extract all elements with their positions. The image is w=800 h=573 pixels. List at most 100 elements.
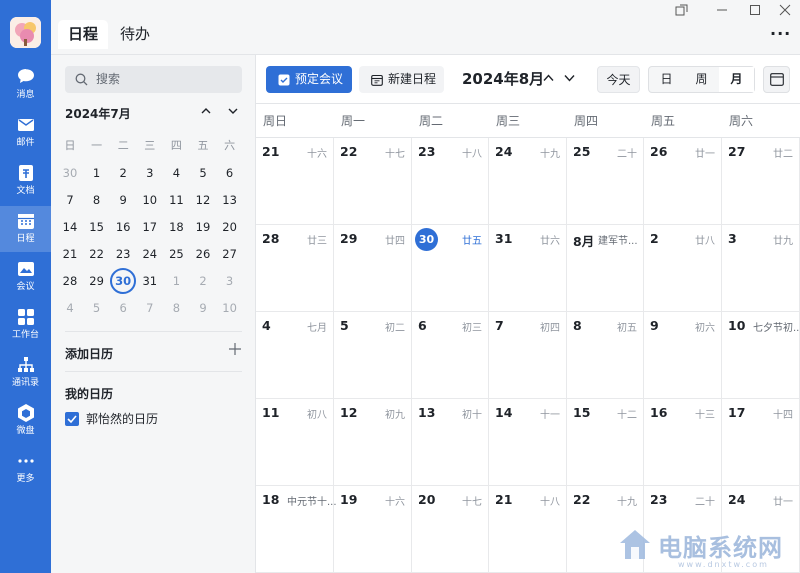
mini-day[interactable]: 30 (57, 160, 83, 186)
calendar-day-cell[interactable]: 18 中元节十... (256, 486, 337, 573)
pin-window-icon[interactable] (675, 4, 689, 16)
mini-day[interactable]: 21 (57, 241, 83, 267)
calendar-checkbox[interactable] (65, 412, 79, 426)
calendar-day-cell[interactable]: 26 廿一 (644, 138, 722, 225)
new-event-button[interactable]: 新建日程 (359, 66, 444, 93)
mini-day[interactable]: 1 (163, 268, 189, 294)
mini-day[interactable]: 27 (217, 241, 243, 267)
calendar-day-cell[interactable]: 19 十六 (334, 486, 412, 573)
calendar-day-cell[interactable]: 17 十四 (722, 399, 800, 486)
add-calendar-label[interactable]: 添加日历 (65, 345, 113, 362)
mini-day[interactable]: 29 (84, 268, 110, 294)
view-week-option[interactable]: 周 (684, 67, 719, 92)
calendar-day-cell[interactable]: 12 初九 (334, 399, 412, 486)
calendar-day-cell[interactable]: 20 十七 (412, 486, 489, 573)
mini-prev-month-icon[interactable] (201, 107, 211, 115)
today-button[interactable]: 今天 (597, 66, 640, 93)
calendar-day-cell[interactable]: 31 廿六 (489, 225, 567, 312)
tab-todo[interactable]: 待办 (110, 20, 160, 49)
book-meeting-button[interactable]: 预定会议 (266, 66, 352, 93)
mini-day[interactable]: 10 (137, 187, 163, 213)
mini-day[interactable]: 23 (110, 241, 136, 267)
rail-item-0[interactable]: 消息 (0, 62, 51, 108)
mini-day[interactable]: 9 (110, 187, 136, 213)
mini-day[interactable]: 30 (110, 268, 137, 294)
minimize-icon[interactable] (715, 4, 729, 16)
calendar-day-cell[interactable]: 29 廿四 (334, 225, 412, 312)
mini-day[interactable]: 12 (190, 187, 216, 213)
close-icon[interactable] (778, 4, 792, 16)
mini-day[interactable]: 24 (137, 241, 163, 267)
calendar-day-cell[interactable]: 8 初五 (567, 312, 644, 399)
calendar-day-cell[interactable]: 9 初六 (644, 312, 722, 399)
mini-day[interactable]: 16 (110, 214, 136, 240)
calendar-item-label[interactable]: 郭怡然的日历 (86, 410, 158, 427)
view-month-option[interactable]: 月 (719, 67, 754, 92)
view-day-option[interactable]: 日 (649, 67, 684, 92)
calendar-day-cell[interactable]: 28 廿三 (256, 225, 334, 312)
calendar-day-cell[interactable]: 15 十二 (567, 399, 644, 486)
mini-day[interactable]: 14 (57, 214, 83, 240)
calendar-day-cell[interactable]: 30 廿五 (412, 225, 489, 312)
mini-day[interactable]: 9 (190, 295, 216, 321)
calendar-day-cell[interactable]: 3 廿九 (722, 225, 800, 312)
prev-month-icon[interactable] (543, 74, 554, 82)
mini-day[interactable]: 4 (57, 295, 83, 321)
calendar-day-cell[interactable]: 24 十九 (489, 138, 567, 225)
mini-day[interactable]: 19 (190, 214, 216, 240)
toggle-panel-button[interactable] (763, 66, 790, 93)
mini-day[interactable]: 26 (190, 241, 216, 267)
mini-day[interactable]: 20 (217, 214, 243, 240)
rail-item-6[interactable]: 通讯录 (0, 350, 51, 396)
mini-day[interactable]: 4 (163, 160, 189, 186)
mini-day[interactable]: 17 (137, 214, 163, 240)
add-calendar-icon[interactable] (229, 343, 241, 355)
mini-day[interactable]: 13 (217, 187, 243, 213)
mini-day[interactable]: 2 (110, 160, 136, 186)
calendar-day-cell[interactable]: 21 十六 (256, 138, 334, 225)
mini-day[interactable]: 7 (137, 295, 163, 321)
calendar-day-cell[interactable]: 22 十七 (334, 138, 412, 225)
calendar-day-cell[interactable]: 21 十八 (489, 486, 567, 573)
maximize-icon[interactable] (748, 4, 762, 16)
calendar-day-cell[interactable]: 10 七夕节初... (722, 312, 800, 399)
mini-next-month-icon[interactable] (228, 107, 238, 115)
tab-schedule[interactable]: 日程 (58, 20, 109, 49)
mini-day[interactable]: 15 (84, 214, 110, 240)
calendar-day-cell[interactable]: 5 初二 (334, 312, 412, 399)
mini-day[interactable]: 10 (217, 295, 243, 321)
mini-day[interactable]: 5 (84, 295, 110, 321)
calendar-day-cell[interactable]: 25 二十 (567, 138, 644, 225)
calendar-day-cell[interactable]: 16 十三 (644, 399, 722, 486)
calendar-day-cell[interactable]: 2 廿八 (644, 225, 722, 312)
calendar-day-cell[interactable]: 27 廿二 (722, 138, 800, 225)
rail-item-7[interactable]: 微盘 (0, 398, 51, 444)
calendar-day-cell[interactable]: 8月 建军节... (567, 225, 644, 312)
next-month-icon[interactable] (564, 74, 575, 82)
mini-day[interactable]: 6 (110, 295, 136, 321)
user-avatar[interactable] (10, 17, 41, 48)
mini-day[interactable]: 31 (137, 268, 163, 294)
mini-day[interactable]: 2 (190, 268, 216, 294)
mini-day[interactable]: 25 (163, 241, 189, 267)
more-menu-button[interactable]: ··· (770, 24, 791, 43)
rail-item-1[interactable]: 邮件 (0, 110, 51, 156)
mini-day[interactable]: 6 (217, 160, 243, 186)
mini-day[interactable]: 3 (217, 268, 243, 294)
mini-day[interactable]: 18 (163, 214, 189, 240)
mini-day[interactable]: 28 (57, 268, 83, 294)
calendar-day-cell[interactable]: 6 初三 (412, 312, 489, 399)
mini-day[interactable]: 11 (163, 187, 189, 213)
calendar-day-cell[interactable]: 14 十一 (489, 399, 567, 486)
mini-day[interactable]: 8 (84, 187, 110, 213)
search-input[interactable]: 搜索 (65, 66, 242, 93)
calendar-day-cell[interactable]: 11 初八 (256, 399, 334, 486)
rail-item-8[interactable]: 更多 (0, 446, 51, 492)
mini-day[interactable]: 7 (57, 187, 83, 213)
calendar-day-cell[interactable]: 7 初四 (489, 312, 567, 399)
mini-day[interactable]: 1 (84, 160, 110, 186)
mini-day[interactable]: 3 (137, 160, 163, 186)
mini-day[interactable]: 8 (163, 295, 189, 321)
rail-item-4[interactable]: 会议 (0, 254, 51, 300)
rail-item-3[interactable]: 日程 (0, 206, 51, 252)
